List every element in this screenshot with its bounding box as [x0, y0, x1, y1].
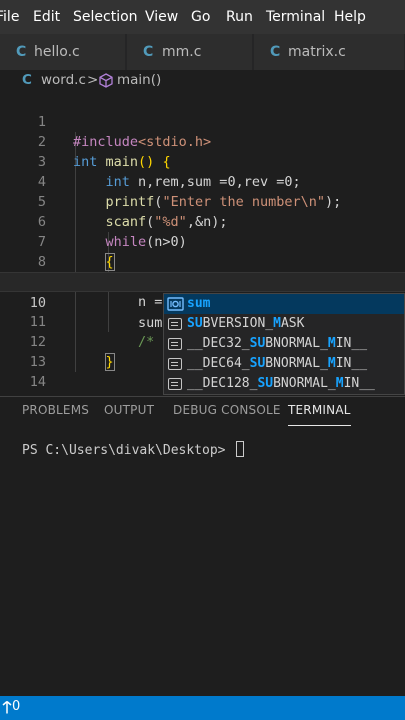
code-line: 7 { [0, 212, 405, 271]
line-number: 14 [29, 374, 46, 390]
tab-terminal[interactable]: TERMINAL [288, 403, 351, 427]
suggestion-item[interactable]: sum [164, 294, 404, 314]
suggestion-item[interactable]: __DEC64_SUBNORMAL_MIN__ [164, 354, 404, 374]
breadcrumb-file[interactable]: word.c [41, 72, 86, 88]
keyword-icon [168, 338, 182, 350]
c-file-icon: C [22, 72, 32, 88]
bottom-panel: PROBLEMS OUTPUT DEBUG CONSOLE TERMINAL P… [0, 396, 405, 696]
tab-mm-c[interactable]: C mm.c [127, 34, 253, 70]
menu-file[interactable]: File [0, 0, 19, 34]
cube-icon [99, 73, 113, 92]
tab-label: matrix.c [288, 44, 346, 60]
tab-output[interactable]: OUTPUT [104, 403, 154, 427]
suggestion-label: SUBVERSION_MASK [187, 316, 305, 331]
suggestion-label: __DEC128_SUBNORMAL_MIN__ [187, 376, 375, 391]
menu-run[interactable]: Run [226, 0, 253, 34]
terminal-prompt: PS C:\Users\divak\Desktop> [22, 443, 226, 458]
ports-icon[interactable] [2, 700, 12, 718]
breadcrumb: C word.c > main() [0, 70, 405, 92]
keyword-icon [168, 378, 182, 390]
suggestion-item[interactable]: SUBVERSION_MASK [164, 314, 404, 334]
keyword-icon [168, 318, 182, 330]
tab-matrix-c[interactable]: C matrix.c [254, 34, 405, 70]
status-bar: 0 [0, 696, 405, 720]
terminal-output[interactable]: PS C:\Users\divak\Desktop> [22, 441, 245, 458]
suggestion-item[interactable]: __DEC128_SUBNORMAL_MIN__ [164, 374, 404, 394]
autocomplete-popup: sum SUBVERSION_MASK __DEC32_SUBNORMAL_MI… [163, 293, 405, 395]
tab-problems[interactable]: PROBLEMS [22, 403, 89, 427]
suggestion-item[interactable]: __DEC32_SUBNORMAL_MIN__ [164, 334, 404, 354]
menu-edit[interactable]: Edit [33, 0, 60, 34]
code-line: 3 int n,rem,sum =0,rev =0; [0, 132, 405, 190]
code-line: 6 while(n>0) [0, 192, 405, 250]
status-count[interactable]: 0 [12, 699, 20, 714]
code-line: 2 int main() { [0, 112, 405, 170]
code-line-current: 10 sum [0, 272, 405, 331]
tab-label: mm.c [162, 44, 202, 60]
code-line: 4 printf("Enter the number\n"); [0, 152, 405, 210]
c-file-icon: C [143, 44, 154, 60]
code-line: 8 rem =n%10; [0, 232, 405, 290]
menu-terminal[interactable]: Terminal [266, 0, 325, 34]
breadcrumb-separator: > [87, 72, 99, 88]
tab-hello-c[interactable]: C hello.c [0, 34, 126, 70]
variable-icon [167, 297, 184, 314]
suggestion-label: __DEC64_SUBNORMAL_MIN__ [187, 356, 368, 371]
menu-view[interactable]: View [145, 0, 178, 34]
c-file-icon: C [16, 44, 27, 60]
code-line: 9 n =n/10; [0, 252, 405, 310]
code-line: 1 #include<stdio.h> [0, 92, 405, 150]
menu-bar: File Edit Selection View Go Run Terminal… [0, 0, 405, 34]
tab-debug-console[interactable]: DEBUG CONSOLE [173, 403, 281, 427]
suggestion-label: __DEC32_SUBNORMAL_MIN__ [187, 336, 368, 351]
breadcrumb-symbol[interactable]: main() [117, 72, 161, 88]
suggestion-label: sum [187, 296, 211, 311]
terminal-cursor [236, 441, 245, 457]
menu-help[interactable]: Help [334, 0, 366, 34]
editor-tabs: C hello.c C mm.c C matrix.c [0, 34, 405, 70]
code-line: 5 scanf("%d",&n); [0, 172, 405, 230]
c-file-icon: C [270, 44, 281, 60]
keyword-icon [168, 358, 182, 370]
menu-go[interactable]: Go [191, 0, 210, 34]
menu-selection[interactable]: Selection [73, 0, 138, 34]
tab-label: hello.c [34, 44, 80, 60]
